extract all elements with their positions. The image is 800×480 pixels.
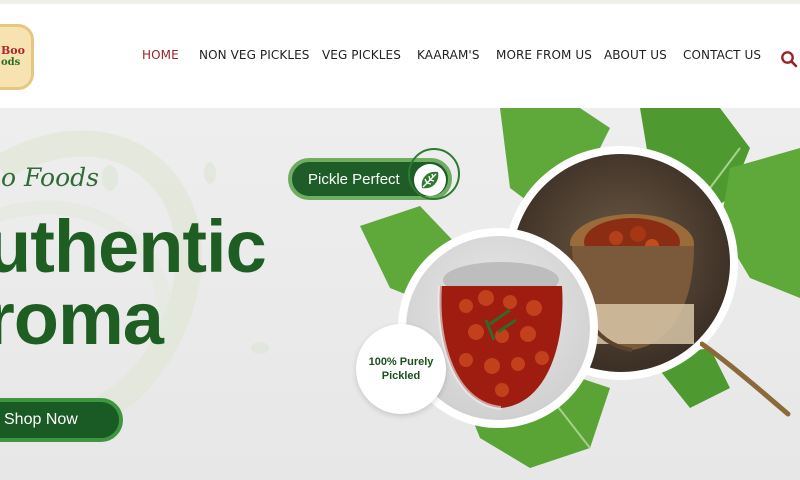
- monstera-leaf-icon: [414, 164, 446, 196]
- brand-logo[interactable]: Boo ods: [0, 24, 34, 90]
- hero-banner: oo Foods uthentic roma Shop Now Pickle P…: [0, 108, 800, 480]
- site-header: Boo ods HOME NON VEG PICKLES VEG PICKLES…: [0, 4, 800, 108]
- badge-line2: Pickled: [381, 370, 421, 382]
- search-icon[interactable]: [780, 50, 798, 68]
- nav-veg-pickles[interactable]: VEG PICKLES: [322, 48, 401, 62]
- purely-pickled-badge: 100% Purely Pickled: [356, 324, 446, 414]
- shop-now-button[interactable]: Shop Now: [0, 398, 123, 442]
- nav-home[interactable]: HOME: [142, 48, 179, 62]
- logo-text-bottom: ods: [1, 57, 21, 68]
- hero-headline-line2: roma: [0, 277, 164, 360]
- leaf-stem: [700, 341, 791, 417]
- nav-kaarams[interactable]: KAARAM'S: [417, 48, 480, 62]
- badge-line1: 100% Purely: [368, 356, 434, 368]
- brand-script-title: oo Foods: [0, 163, 99, 192]
- shop-now-label: Shop Now: [4, 411, 78, 428]
- pill-label: Pickle Perfect: [308, 171, 400, 188]
- logo-text-top: Boo: [1, 44, 25, 57]
- nav-more-from-us[interactable]: MORE FROM US: [496, 48, 592, 62]
- nav-about-us[interactable]: ABOUT US: [604, 48, 667, 62]
- nav-non-veg-pickles[interactable]: NON VEG PICKLES: [199, 48, 310, 62]
- nav-contact-us[interactable]: CONTACT US: [683, 48, 761, 62]
